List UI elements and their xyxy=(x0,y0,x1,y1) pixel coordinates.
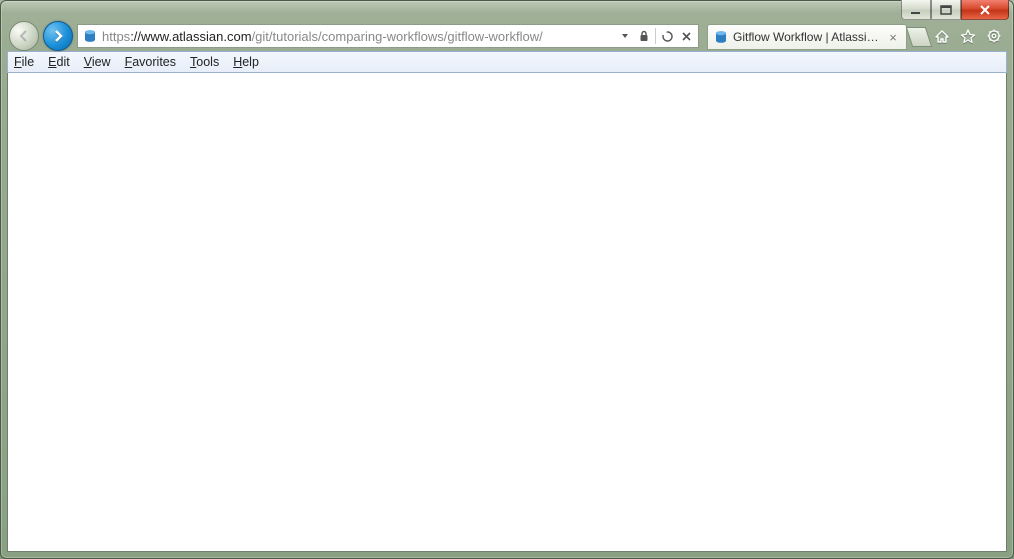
window-controls xyxy=(901,0,1009,20)
dropdown-icon[interactable] xyxy=(617,28,633,44)
navigation-bar: https://www.atlassian.com/git/tutorials/… xyxy=(1,21,1013,51)
tab-favicon-icon xyxy=(714,30,728,44)
url-text: https://www.atlassian.com/git/tutorials/… xyxy=(102,29,613,44)
page-content xyxy=(7,73,1007,552)
address-bar[interactable]: https://www.atlassian.com/git/tutorials/… xyxy=(77,24,699,48)
menu-help[interactable]: Help xyxy=(233,55,259,69)
address-controls xyxy=(617,28,696,44)
browser-window: https://www.atlassian.com/git/tutorials/… xyxy=(0,0,1014,559)
tab-strip: Gitflow Workflow | Atlassia... × xyxy=(707,22,929,50)
tab-title: Gitflow Workflow | Atlassia... xyxy=(733,30,881,44)
url-path: /git/tutorials/comparing-workflows/gitfl… xyxy=(252,29,543,44)
menu-favorites[interactable]: Favorites xyxy=(125,55,176,69)
tools-icon[interactable] xyxy=(985,27,1003,45)
site-favicon-icon xyxy=(82,28,98,44)
tab-close-icon[interactable]: × xyxy=(886,30,900,44)
refresh-icon[interactable] xyxy=(659,28,675,44)
lock-icon xyxy=(636,28,652,44)
new-tab-button[interactable] xyxy=(906,27,932,47)
menu-bar: File Edit View Favorites Tools Help xyxy=(7,51,1007,73)
menu-tools[interactable]: Tools xyxy=(190,55,219,69)
home-icon[interactable] xyxy=(933,27,951,45)
tab-active[interactable]: Gitflow Workflow | Atlassia... × xyxy=(707,24,907,50)
close-button[interactable] xyxy=(961,0,1009,20)
maximize-button[interactable] xyxy=(931,0,961,20)
stop-icon[interactable] xyxy=(678,28,694,44)
favorites-icon[interactable] xyxy=(959,27,977,45)
menu-file[interactable]: File xyxy=(14,55,34,69)
menu-edit[interactable]: Edit xyxy=(48,55,70,69)
url-protocol: https xyxy=(102,29,130,44)
back-button[interactable] xyxy=(9,21,39,51)
toolbar-right xyxy=(933,27,1007,45)
menu-view[interactable]: View xyxy=(84,55,111,69)
titlebar xyxy=(1,1,1013,21)
minimize-button[interactable] xyxy=(901,0,931,20)
url-host: ://www.atlassian.com xyxy=(130,29,251,44)
forward-button[interactable] xyxy=(43,21,73,51)
